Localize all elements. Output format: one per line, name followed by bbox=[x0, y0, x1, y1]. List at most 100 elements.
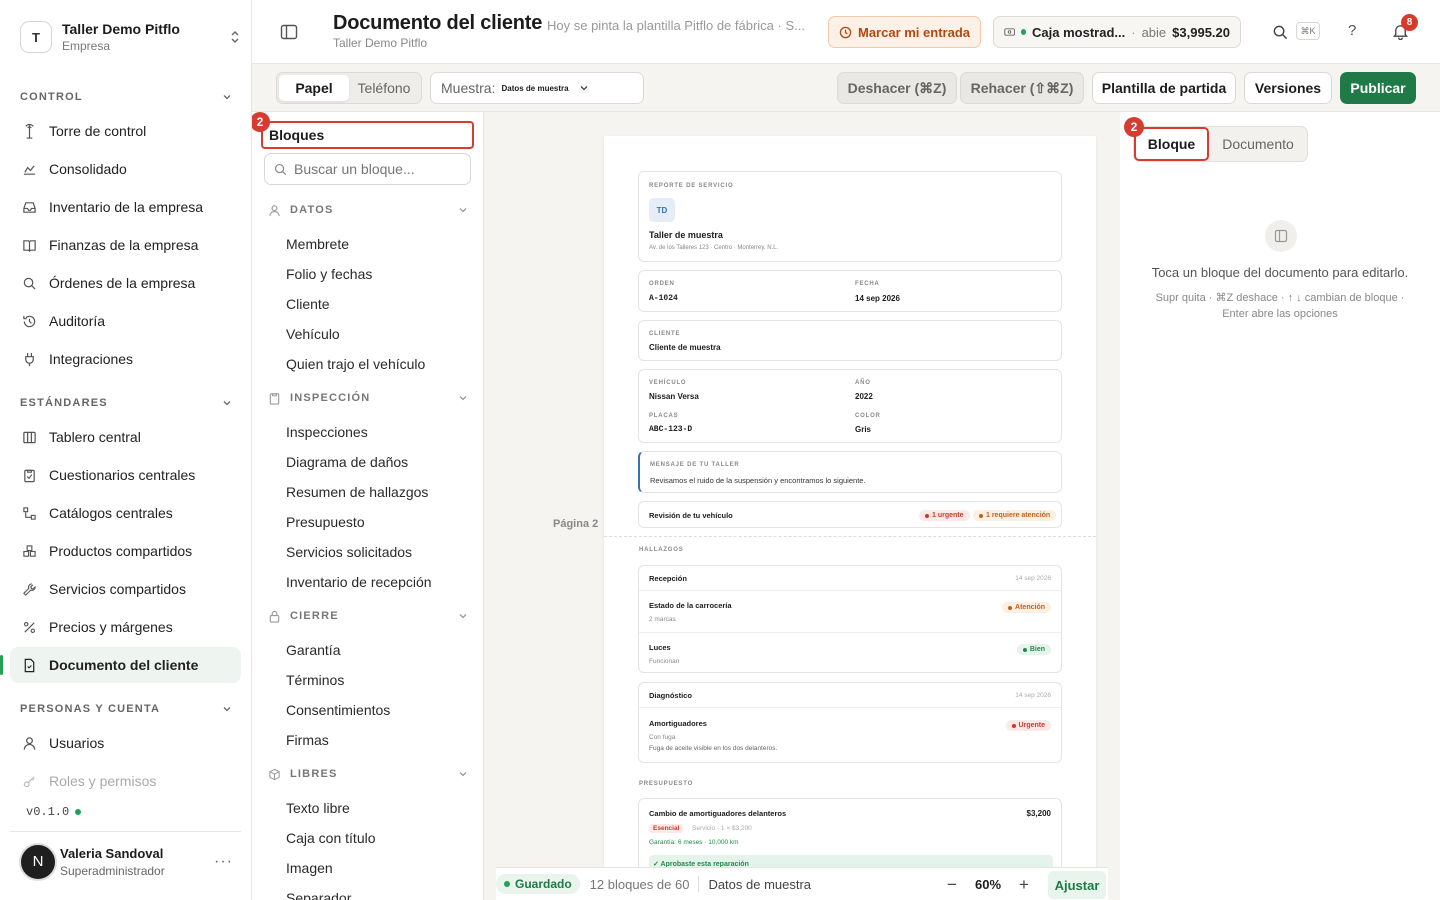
zoom-out-button[interactable]: − bbox=[938, 875, 966, 895]
section-personas[interactable]: PERSONAS Y CUENTA bbox=[20, 702, 232, 716]
undo-button[interactable]: Deshacer (⌘Z) bbox=[837, 72, 957, 104]
vehicle-block[interactable]: VEHÍCULO Nissan Versa AÑO 2022 PLACAS AB… bbox=[638, 369, 1062, 443]
more-icon[interactable]: ··· bbox=[214, 853, 233, 871]
group-label: DATOS bbox=[290, 204, 334, 216]
avatar: N bbox=[19, 842, 57, 881]
mark-entry-button[interactable]: Marcar mi entrada bbox=[828, 16, 981, 48]
section-estandares[interactable]: ESTÁNDARES bbox=[20, 396, 232, 410]
help-icon[interactable]: ? bbox=[1348, 22, 1356, 39]
findings-diagnostic-block[interactable]: Diagnóstico 14 sep 2026 Amortiguadores C… bbox=[638, 682, 1062, 763]
message-block[interactable]: MENSAJE DE TU TALLER Revisamos el ruido … bbox=[638, 451, 1062, 493]
nav-catalogos[interactable]: Catálogos centrales bbox=[10, 495, 241, 531]
nav-roles[interactable]: Roles y permisos bbox=[10, 763, 241, 799]
user-menu[interactable]: N Valeria Sandoval Superadministrador ··… bbox=[10, 831, 241, 891]
cash-register-selector[interactable]: Caja mostrad... · abie $3,995.20 bbox=[993, 16, 1241, 48]
nav-servicios[interactable]: Servicios compartidos bbox=[10, 571, 241, 607]
sidebar-toggle-icon[interactable] bbox=[280, 23, 298, 41]
nav-usuarios[interactable]: Usuarios bbox=[10, 725, 241, 761]
block-item[interactable]: Quien trajo el vehículo bbox=[286, 356, 425, 374]
chevron-down-icon bbox=[459, 396, 467, 401]
block-item[interactable]: Diagrama de daños bbox=[286, 454, 408, 472]
block-item[interactable]: Garantía bbox=[286, 642, 340, 660]
block-item[interactable]: Imagen bbox=[286, 860, 333, 878]
blocks-count: 12 bloques de 60 bbox=[589, 876, 690, 892]
block-item[interactable]: Cliente bbox=[286, 296, 330, 314]
group-libres[interactable]: LIBRES bbox=[268, 766, 468, 782]
tab-phone[interactable]: Teléfono bbox=[349, 75, 419, 101]
zoom-level: 60% bbox=[974, 877, 1002, 892]
block-item[interactable]: Inspecciones bbox=[286, 424, 368, 442]
urgent-badge: 1 urgente bbox=[919, 510, 970, 521]
block-item[interactable]: Caja con título bbox=[286, 830, 376, 848]
nav-ordenes[interactable]: Órdenes de la empresa bbox=[10, 265, 241, 301]
client-block[interactable]: CLIENTE Cliente de muestra bbox=[638, 320, 1062, 361]
finding-row-detail: Fuga de aceite visible en los dos delant… bbox=[649, 745, 778, 752]
nav-label: Tablero central bbox=[49, 429, 141, 445]
nav-torre-de-control[interactable]: Torre de control bbox=[10, 113, 241, 149]
nav-inventario[interactable]: Inventario de la empresa bbox=[10, 189, 241, 225]
block-search[interactable] bbox=[264, 153, 471, 185]
nav-integraciones[interactable]: Integraciones bbox=[10, 341, 241, 377]
redo-button[interactable]: Rehacer (⇧⌘Z) bbox=[960, 72, 1084, 104]
starting-template-button[interactable]: Plantilla de partida bbox=[1092, 72, 1236, 104]
client-label: CLIENTE bbox=[649, 331, 681, 337]
review-block[interactable]: Revisión de tu vehículo 1 urgente 1 requ… bbox=[638, 501, 1062, 528]
publish-button[interactable]: Publicar bbox=[1340, 72, 1416, 104]
boxes-icon bbox=[23, 544, 36, 557]
attention-text: 1 requiere atención bbox=[986, 512, 1051, 519]
shop-logo: TD bbox=[649, 198, 675, 222]
block-item[interactable]: Texto libre bbox=[286, 800, 350, 818]
empty-state-hint: Supr quita · ⌘Z deshace · ↑ ↓ cambian de… bbox=[1155, 292, 1405, 320]
group-label: CIERRE bbox=[290, 610, 339, 622]
org-switcher[interactable]: T Taller Demo Pitflo Empresa bbox=[20, 18, 242, 56]
zoom-in-button[interactable]: + bbox=[1010, 875, 1038, 895]
status-bar: Guardado 12 bloques de 60 Datos de muest… bbox=[496, 867, 1108, 900]
findings-reception-block[interactable]: Recepción 14 sep 2026 Estado de la carro… bbox=[638, 565, 1062, 673]
search-icon[interactable] bbox=[1272, 24, 1289, 41]
nav-consolidado[interactable]: Consolidado bbox=[10, 151, 241, 187]
block-item[interactable]: Servicios solicitados bbox=[286, 544, 412, 562]
nav-documento-cliente[interactable]: Documento del cliente bbox=[0, 647, 241, 683]
cube-icon bbox=[269, 768, 280, 780]
page-break bbox=[604, 536, 1096, 537]
versions-button[interactable]: Versiones bbox=[1244, 72, 1332, 104]
fit-button[interactable]: Ajustar bbox=[1048, 871, 1106, 899]
block-item[interactable]: Folio y fechas bbox=[286, 266, 372, 284]
chart-icon bbox=[23, 164, 36, 175]
mark-entry-label: Marcar mi entrada bbox=[858, 24, 970, 40]
search-icon bbox=[23, 277, 36, 290]
block-item[interactable]: Presupuesto bbox=[286, 514, 365, 532]
block-item[interactable]: Vehículo bbox=[286, 326, 340, 344]
finding-row-name: Estado de la carrocería bbox=[649, 601, 732, 610]
section-control[interactable]: CONTROL bbox=[20, 90, 232, 104]
tab-document[interactable]: Documento bbox=[1209, 127, 1307, 161]
cash-icon bbox=[1004, 28, 1015, 36]
sidebar: T Taller Demo Pitflo Empresa CONTROL Tor… bbox=[0, 0, 252, 900]
nav-cuestionarios[interactable]: Cuestionarios centrales bbox=[10, 457, 241, 493]
tab-paper[interactable]: Papel bbox=[279, 75, 349, 101]
group-datos[interactable]: DATOS bbox=[268, 202, 468, 218]
block-item[interactable]: Firmas bbox=[286, 732, 329, 750]
nav-precios[interactable]: Precios y márgenes bbox=[10, 609, 241, 645]
notification-count-badge: 8 bbox=[1401, 14, 1418, 31]
nav-productos[interactable]: Productos compartidos bbox=[10, 533, 241, 569]
folio-block[interactable]: ORDEN A-1024 FECHA 14 sep 2026 bbox=[638, 270, 1062, 312]
nav-auditoria[interactable]: Auditoría bbox=[10, 303, 241, 339]
budget-warranty: Garantía: 6 meses · 10,000 km bbox=[649, 839, 739, 846]
block-item[interactable]: Inventario de recepción bbox=[286, 574, 432, 592]
block-item[interactable]: Consentimientos bbox=[286, 702, 390, 720]
sample-data-select[interactable]: Muestra: Datos de muestra bbox=[430, 72, 644, 104]
nav-finanzas[interactable]: Finanzas de la empresa bbox=[10, 227, 241, 263]
block-item[interactable]: Términos bbox=[286, 672, 344, 690]
block-item[interactable]: Separador bbox=[286, 890, 351, 900]
group-cierre[interactable]: CIERRE bbox=[268, 608, 468, 624]
page-subtitle: Taller Demo Pitflo bbox=[333, 36, 428, 50]
finding-row-name: Amortiguadores bbox=[649, 719, 707, 728]
nav-tablero-central[interactable]: Tablero central bbox=[10, 419, 241, 455]
group-inspeccion[interactable]: INSPECCIÓN bbox=[268, 390, 468, 406]
tab-block[interactable]: Bloque bbox=[1134, 127, 1209, 161]
block-item[interactable]: Resumen de hallazgos bbox=[286, 484, 428, 502]
block-search-input[interactable] bbox=[294, 161, 454, 177]
block-item[interactable]: Membrete bbox=[286, 236, 349, 254]
header-block[interactable]: REPORTE DE SERVICIO TD Taller de muestra… bbox=[638, 171, 1062, 262]
